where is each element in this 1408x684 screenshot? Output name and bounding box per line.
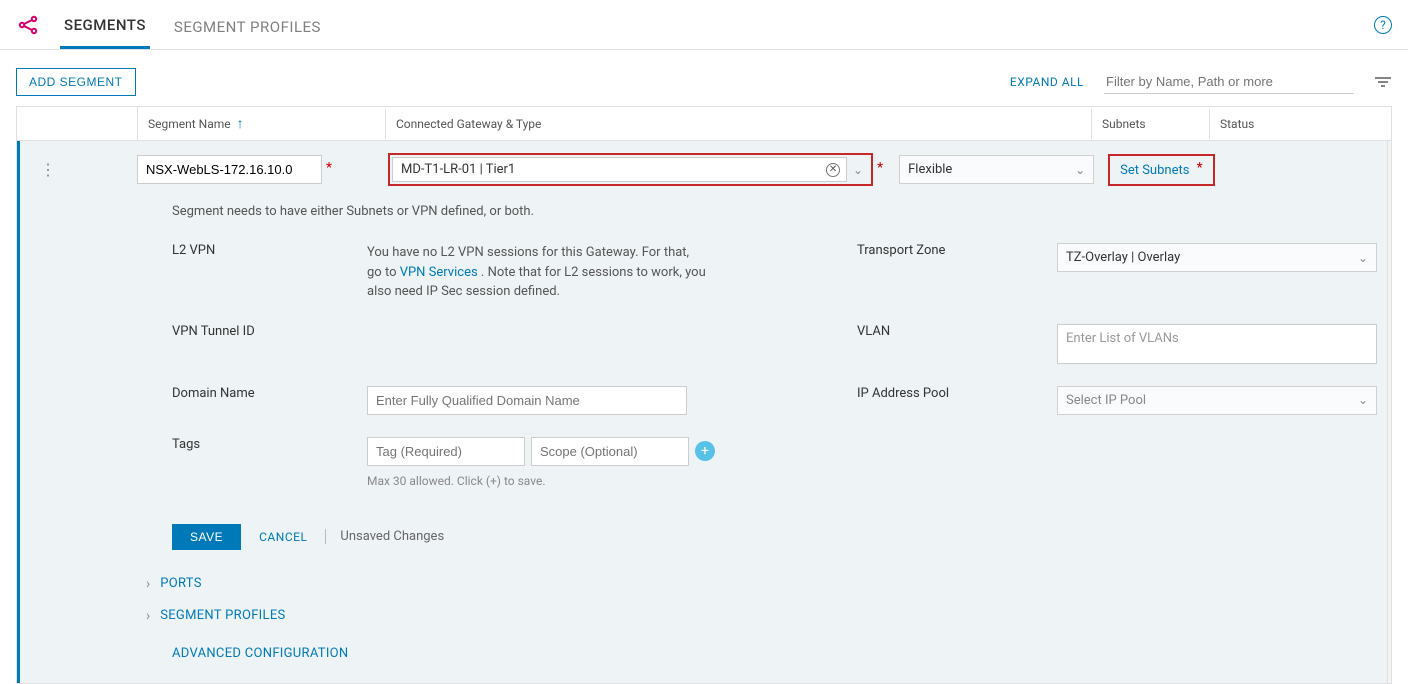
chevron-right-icon[interactable]: › — [146, 608, 150, 624]
sort-asc-icon: ↑ — [237, 115, 244, 132]
domain-name-label: Domain Name — [172, 386, 367, 401]
segment-name-input[interactable] — [137, 155, 322, 184]
col-segment-name[interactable]: Segment Name ↑ — [137, 107, 385, 140]
tag-hint-text: Max 30 allowed. Click (+) to save. — [367, 474, 857, 488]
add-tag-button[interactable]: + — [695, 441, 715, 461]
chevron-down-icon: ⌄ — [1358, 393, 1368, 407]
required-star: * — [1197, 160, 1203, 176]
chevron-right-icon[interactable]: › — [146, 576, 150, 592]
row-menu-icon[interactable]: ⋮ — [40, 160, 53, 179]
ip-pool-label: IP Address Pool — [857, 386, 1057, 401]
chevron-down-icon: ⌄ — [1358, 251, 1368, 265]
col-subnets[interactable]: Subnets — [1091, 109, 1209, 139]
required-star: * — [326, 160, 332, 176]
cancel-button[interactable]: CANCEL — [259, 530, 307, 544]
tab-segments[interactable]: SEGMENTS — [60, 0, 150, 49]
segment-profiles-section-link[interactable]: SEGMENT PROFILES — [160, 608, 285, 623]
l2vpn-text: You have no L2 VPN sessions for this Gat… — [367, 243, 707, 302]
vlan-label: VLAN — [857, 324, 1057, 339]
segment-type-select[interactable]: Flexible ⌄ — [899, 155, 1094, 184]
segment-row-expanded: ⋮ * MD-T1-LR-01 | Tier1 ✕ ⌄ * Flexibl — [17, 141, 1391, 683]
set-subnets-link[interactable]: Set Subnets — [1120, 163, 1189, 178]
transport-zone-label: Transport Zone — [857, 243, 1057, 258]
domain-name-input[interactable] — [367, 386, 687, 415]
col-status[interactable]: Status — [1209, 109, 1377, 139]
save-button[interactable]: SAVE — [172, 524, 241, 550]
col-connected-gateway[interactable]: Connected Gateway & Type — [385, 109, 1091, 139]
segment-type-value: Flexible — [908, 162, 952, 177]
transport-zone-value: TZ-Overlay | Overlay — [1066, 250, 1180, 265]
required-star: * — [877, 160, 883, 176]
tab-segment-profiles[interactable]: SEGMENT PROFILES — [170, 2, 325, 48]
l2vpn-label: L2 VPN — [172, 243, 367, 258]
set-subnets-highlight-box: Set Subnets * — [1108, 154, 1215, 186]
ip-pool-placeholder: Select IP Pool — [1066, 393, 1146, 408]
chevron-down-icon: ⌄ — [1075, 163, 1085, 177]
clear-gateway-icon[interactable]: ✕ — [826, 163, 840, 177]
gateway-select[interactable]: MD-T1-LR-01 | Tier1 ✕ — [392, 157, 847, 182]
unsaved-changes-text: Unsaved Changes — [325, 529, 444, 544]
grid-header: Segment Name ↑ Connected Gateway & Type … — [17, 106, 1391, 141]
filter-input[interactable] — [1104, 70, 1354, 94]
tag-scope-input[interactable] — [531, 437, 689, 466]
ip-pool-select[interactable]: Select IP Pool ⌄ — [1057, 386, 1377, 415]
tag-input[interactable] — [367, 437, 525, 466]
vpn-services-link[interactable]: VPN Services — [400, 265, 478, 280]
help-icon[interactable]: ? — [1374, 16, 1392, 34]
col-gw-label: Connected Gateway & Type — [396, 117, 541, 131]
transport-zone-select[interactable]: TZ-Overlay | Overlay ⌄ — [1057, 243, 1377, 272]
vpn-tunnel-id-label: VPN Tunnel ID — [172, 324, 367, 339]
vertical-scrollbar[interactable] — [1387, 141, 1391, 683]
gateway-value: MD-T1-LR-01 | Tier1 — [401, 162, 515, 177]
chevron-down-icon[interactable]: ⌄ — [853, 163, 863, 177]
share-icon — [16, 13, 40, 37]
filter-icon[interactable] — [1374, 76, 1392, 88]
top-tab-bar: SEGMENTS SEGMENT PROFILES ? — [0, 0, 1408, 50]
expand-all-link[interactable]: EXPAND ALL — [1010, 75, 1084, 89]
col-segment-name-label: Segment Name — [148, 117, 231, 131]
vlan-input[interactable]: Enter List of VLANs — [1057, 324, 1377, 364]
col-status-label: Status — [1220, 117, 1254, 131]
col-subnets-label: Subnets — [1102, 117, 1146, 131]
action-row: ADD SEGMENT EXPAND ALL — [0, 50, 1408, 106]
gateway-highlight-box: MD-T1-LR-01 | Tier1 ✕ ⌄ — [388, 153, 873, 186]
subnet-hint-text: Segment needs to have either Subnets or … — [172, 204, 1377, 219]
add-segment-button[interactable]: ADD SEGMENT — [16, 68, 136, 96]
advanced-config-link[interactable]: ADVANCED CONFIGURATION — [172, 646, 349, 661]
ports-section-link[interactable]: PORTS — [160, 576, 202, 591]
tags-label: Tags — [172, 437, 367, 452]
